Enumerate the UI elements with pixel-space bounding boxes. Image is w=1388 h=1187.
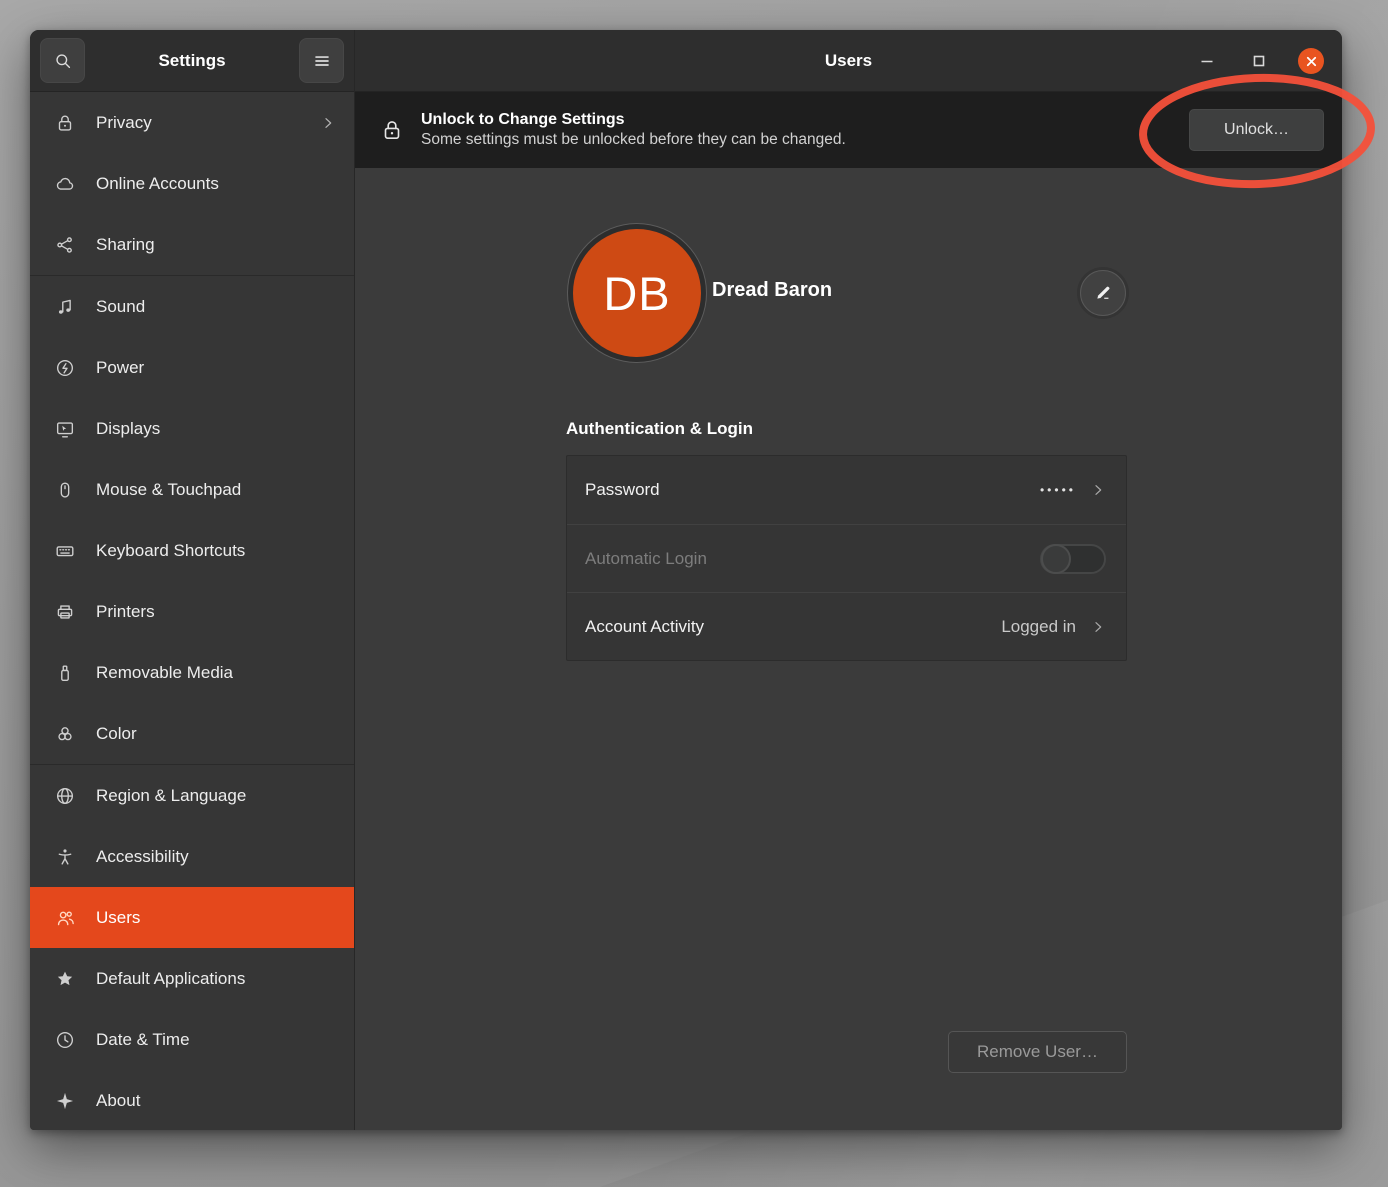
share-icon xyxy=(54,234,76,256)
users-icon xyxy=(54,907,76,929)
maximize-button[interactable] xyxy=(1246,48,1272,74)
toggle-knob xyxy=(1041,544,1071,574)
window-controls xyxy=(1194,30,1324,92)
edit-name-button[interactable] xyxy=(1080,270,1126,316)
display-icon xyxy=(54,418,76,440)
sidebar-item-default-applications[interactable]: Default Applications xyxy=(30,948,354,1009)
sidebar-item-removable-media[interactable]: Removable Media xyxy=(30,642,354,703)
sidebar-item-label: Date & Time xyxy=(96,1030,336,1050)
sidebar-item-privacy[interactable]: Privacy xyxy=(30,92,354,153)
sidebar-item-label: Sound xyxy=(96,297,336,317)
auth-login-card: Password••••• Automatic Login Account Acti… xyxy=(566,455,1127,661)
sidebar-item-label: Region & Language xyxy=(96,786,336,806)
sidebar-item-label: About xyxy=(96,1091,336,1111)
sidebar-item-label: Mouse & Touchpad xyxy=(96,480,336,500)
lock-icon xyxy=(379,117,405,143)
sidebar-item-about[interactable]: About xyxy=(30,1070,354,1130)
chevron-right-icon xyxy=(1090,482,1106,498)
cloud-icon xyxy=(54,173,76,195)
row-value: Logged in xyxy=(1001,617,1076,637)
chevron-right-icon xyxy=(1090,619,1106,635)
lock-icon xyxy=(54,112,76,134)
sidebar-header: Settings xyxy=(30,30,354,92)
sidebar-item-label: Sharing xyxy=(96,235,336,255)
sidebar-item-label: Color xyxy=(96,724,336,744)
sidebar-item-date-time[interactable]: Date & Time xyxy=(30,1009,354,1070)
row-value: ••••• xyxy=(1040,483,1076,497)
sidebar-item-displays[interactable]: Displays xyxy=(30,398,354,459)
menu-button[interactable] xyxy=(299,38,344,83)
mouse-icon xyxy=(54,479,76,501)
sidebar-item-printers[interactable]: Printers xyxy=(30,581,354,642)
sidebar-item-label: Privacy xyxy=(96,113,320,133)
minimize-button[interactable] xyxy=(1194,48,1220,74)
sidebar-item-label: Printers xyxy=(96,602,336,622)
avatar-initials: DB xyxy=(603,266,670,321)
sidebar-item-sound[interactable]: Sound xyxy=(30,276,354,337)
sidebar-item-mouse-touchpad[interactable]: Mouse & Touchpad xyxy=(30,459,354,520)
sidebar-item-label: Displays xyxy=(96,419,336,439)
star-icon xyxy=(54,968,76,990)
sidebar-item-color[interactable]: Color xyxy=(30,703,354,764)
power-icon xyxy=(54,357,76,379)
titlebar[interactable]: Users xyxy=(355,30,1342,92)
sidebar-item-label: Power xyxy=(96,358,336,378)
unlock-banner-subtitle: Some settings must be unlocked before th… xyxy=(421,130,846,151)
music-note-icon xyxy=(54,296,76,318)
sidebar-item-label: Removable Media xyxy=(96,663,336,683)
hamburger-icon xyxy=(311,50,333,72)
automatic-login-toggle[interactable] xyxy=(1040,544,1106,574)
close-button[interactable] xyxy=(1298,48,1324,74)
color-circles-icon xyxy=(54,723,76,745)
globe-icon xyxy=(54,785,76,807)
sidebar-item-online-accounts[interactable]: Online Accounts xyxy=(30,153,354,214)
app-title: Settings xyxy=(85,51,299,71)
remove-user-button[interactable]: Remove User… xyxy=(948,1031,1127,1073)
flash-drive-icon xyxy=(54,662,76,684)
sidebar-item-label: Accessibility xyxy=(96,847,336,867)
sidebar-item-region-language[interactable]: Region & Language xyxy=(30,765,354,826)
sidebar-list: Privacy Online Accounts Sharing Sound Power D… xyxy=(30,92,354,1130)
row-label: Account Activity xyxy=(585,617,1001,637)
auth-row-account-activity[interactable]: Account ActivityLogged in xyxy=(567,592,1126,660)
keyboard-icon xyxy=(54,540,76,562)
user-avatar[interactable]: DB xyxy=(573,229,701,357)
sidebar-item-keyboard-shortcuts[interactable]: Keyboard Shortcuts xyxy=(30,520,354,581)
pencil-icon xyxy=(1093,283,1113,303)
sidebar: Settings Privacy Online Accounts Sharing So… xyxy=(30,30,355,1130)
row-label: Password xyxy=(585,480,1040,500)
unlock-button[interactable]: Unlock… xyxy=(1189,109,1324,151)
settings-window: Settings Privacy Online Accounts Sharing So… xyxy=(30,30,1342,1130)
accessibility-icon xyxy=(54,846,76,868)
sidebar-item-label: Keyboard Shortcuts xyxy=(96,541,336,561)
page-title: Users xyxy=(825,51,872,71)
printer-icon xyxy=(54,601,76,623)
sidebar-item-sharing[interactable]: Sharing xyxy=(30,214,354,275)
sidebar-item-users[interactable]: Users xyxy=(30,887,354,948)
sparkle-icon xyxy=(54,1090,76,1112)
auth-row-automatic-login: Automatic Login xyxy=(567,524,1126,592)
sidebar-item-label: Default Applications xyxy=(96,969,336,989)
user-name: Dread Baron xyxy=(712,279,832,302)
chevron-right-icon xyxy=(320,115,336,131)
main-panel: Users Unlock to Change Settings Some set… xyxy=(355,30,1342,1130)
sidebar-item-label: Users xyxy=(96,908,336,928)
search-icon xyxy=(52,50,74,72)
unlock-banner: Unlock to Change Settings Some settings … xyxy=(355,92,1342,168)
unlock-banner-text: Unlock to Change Settings Some settings … xyxy=(421,109,846,152)
row-label: Automatic Login xyxy=(585,549,1040,569)
sidebar-item-accessibility[interactable]: Accessibility xyxy=(30,826,354,887)
clock-icon xyxy=(54,1029,76,1051)
auth-section-heading: Authentication & Login xyxy=(566,419,753,439)
unlock-banner-title: Unlock to Change Settings xyxy=(421,109,846,131)
sidebar-item-power[interactable]: Power xyxy=(30,337,354,398)
search-button[interactable] xyxy=(40,38,85,83)
sidebar-item-label: Online Accounts xyxy=(96,174,336,194)
auth-row-password[interactable]: Password••••• xyxy=(567,456,1126,524)
